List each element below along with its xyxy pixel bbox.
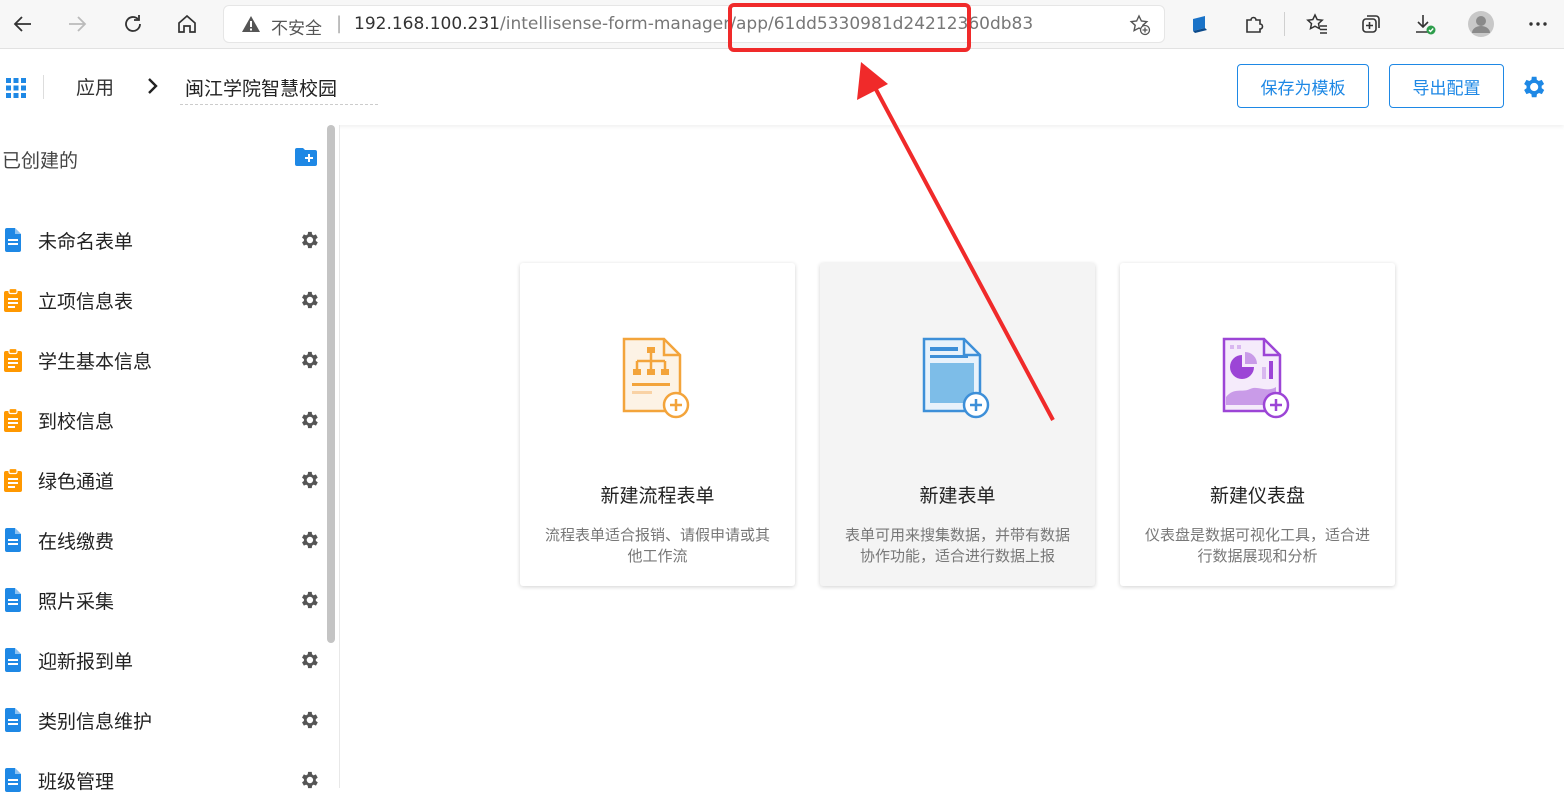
sidebar-title: 已创建的 — [2, 150, 79, 172]
settings-gear-icon[interactable] — [1519, 73, 1547, 105]
home-button[interactable] — [172, 9, 202, 39]
sidebar-form-item[interactable]: 到校信息 — [0, 390, 325, 450]
dashboard-add-icon — [1220, 335, 1294, 425]
form-settings-gear-icon[interactable] — [298, 649, 320, 675]
reload-icon — [125, 15, 141, 32]
home-icon — [178, 14, 196, 33]
save-as-template-button[interactable]: 保存为模板 — [1237, 64, 1369, 108]
header-divider — [43, 75, 44, 99]
form-item-label: 立项信息表 — [38, 291, 134, 313]
reload-button[interactable] — [118, 9, 148, 39]
card-title: 新建仪表盘 — [1209, 485, 1305, 507]
form-settings-gear-icon[interactable] — [298, 409, 320, 435]
new-form-card[interactable]: 新建表单表单可用来搜集数据，并带有数据协作功能，适合进行数据上报 — [820, 263, 1095, 586]
form-item-label: 照片采集 — [38, 591, 115, 613]
sidebar-form-item[interactable]: 照片采集 — [0, 570, 325, 630]
sidebar-form-item[interactable]: 类别信息维护 — [0, 690, 325, 750]
form-item-label: 未命名表单 — [38, 231, 134, 253]
new-workflow-form-card[interactable]: 新建流程表单流程表单适合报销、请假申请或其他工作流 — [520, 263, 795, 586]
sidebar-form-item[interactable]: 学生基本信息 — [0, 330, 325, 390]
workflow-form-icon — [3, 287, 23, 316]
extensions-puzzle-icon[interactable] — [1240, 10, 1268, 38]
form-settings-gear-icon[interactable] — [298, 529, 320, 555]
new-dashboard-card[interactable]: 新建仪表盘仪表盘是数据可视化工具，适合进行数据展现和分析 — [1120, 263, 1395, 586]
form-settings-gear-icon[interactable] — [298, 289, 320, 315]
form-doc-icon — [3, 588, 23, 616]
sidebar-form-item[interactable]: 未命名表单 — [0, 210, 325, 270]
arrow-right-icon — [69, 16, 87, 32]
arrow-left-icon — [13, 16, 31, 32]
workflow-form-icon — [3, 467, 23, 496]
sidebar-form-item[interactable]: 立项信息表 — [0, 270, 325, 330]
form-settings-gear-icon[interactable] — [298, 589, 320, 615]
form-add-icon — [920, 335, 994, 425]
workflow-form-icon — [3, 347, 23, 376]
form-doc-icon — [3, 708, 23, 736]
form-item-label: 在线缴费 — [38, 531, 115, 553]
add-favorite-icon[interactable] — [1129, 14, 1151, 40]
back-button[interactable] — [8, 9, 38, 39]
form-settings-gear-icon[interactable] — [298, 469, 320, 495]
address-separator: | — [336, 13, 343, 34]
collections-icon[interactable] — [1357, 10, 1385, 38]
form-doc-icon — [3, 528, 23, 556]
app-name-field[interactable]: 闽江学院智慧校园 — [180, 71, 378, 105]
form-doc-icon — [3, 648, 23, 676]
export-config-button[interactable]: 导出配置 — [1389, 64, 1504, 108]
card-title: 新建表单 — [919, 485, 996, 507]
sidebar-scrollbar[interactable] — [327, 125, 335, 643]
workflow-form-add-icon — [620, 335, 694, 425]
apps-grid-icon[interactable] — [6, 78, 26, 102]
card-description: 表单可用来搜集数据，并带有数据协作功能，适合进行数据上报 — [844, 526, 1070, 565]
extension-book-icon[interactable] — [1186, 10, 1214, 38]
app-header: 应用 闽江学院智慧校园 保存为模板 导出配置 — [0, 49, 1564, 125]
annotation-highlight-box — [728, 3, 971, 52]
address-bar[interactable]: 不安全 | 192.168.100.231/intellisense-form-… — [223, 5, 1165, 43]
forward-button[interactable] — [62, 9, 92, 39]
chevron-right-icon — [146, 77, 160, 99]
more-options-icon[interactable] — [1524, 10, 1552, 38]
form-item-label: 学生基本信息 — [38, 351, 153, 373]
card-title: 新建流程表单 — [600, 485, 715, 507]
sidebar-form-item[interactable]: 班级管理 — [0, 750, 325, 810]
form-item-label: 班级管理 — [38, 771, 115, 793]
form-settings-gear-icon[interactable] — [298, 229, 320, 255]
sidebar-form-item[interactable]: 在线缴费 — [0, 510, 325, 570]
sidebar-form-item[interactable]: 迎新报到单 — [0, 630, 325, 690]
form-item-label: 绿色通道 — [38, 471, 115, 493]
form-item-label: 到校信息 — [38, 411, 115, 433]
card-description: 流程表单适合报销、请假申请或其他工作流 — [544, 526, 770, 565]
form-settings-gear-icon[interactable] — [298, 709, 320, 735]
form-doc-icon — [3, 228, 23, 256]
toolbar-divider — [1284, 12, 1285, 36]
sidebar-form-item[interactable]: 绿色通道 — [0, 450, 325, 510]
form-settings-gear-icon[interactable] — [298, 349, 320, 375]
url-host: 192.168.100.231 — [354, 14, 501, 34]
warning-icon[interactable] — [241, 15, 261, 37]
insecure-label: 不安全 — [271, 19, 322, 39]
new-folder-icon[interactable] — [294, 147, 318, 171]
workflow-form-icon — [3, 407, 23, 436]
form-doc-icon — [3, 768, 23, 796]
form-settings-gear-icon[interactable] — [298, 769, 320, 795]
breadcrumb-apps[interactable]: 应用 — [76, 73, 114, 100]
form-item-label: 迎新报到单 — [38, 651, 134, 673]
favorites-icon[interactable] — [1303, 10, 1331, 38]
forms-sidebar: 已创建的 未命名表单立项信息表学生基本信息 到校信息绿色通道在线缴费照片采集迎新报… — [0, 125, 340, 793]
downloads-icon[interactable] — [1411, 10, 1439, 38]
profile-avatar-icon[interactable] — [1467, 10, 1495, 38]
card-description: 仪表盘是数据可视化工具，适合进行数据展现和分析 — [1144, 526, 1370, 565]
form-item-label: 类别信息维护 — [38, 711, 153, 733]
